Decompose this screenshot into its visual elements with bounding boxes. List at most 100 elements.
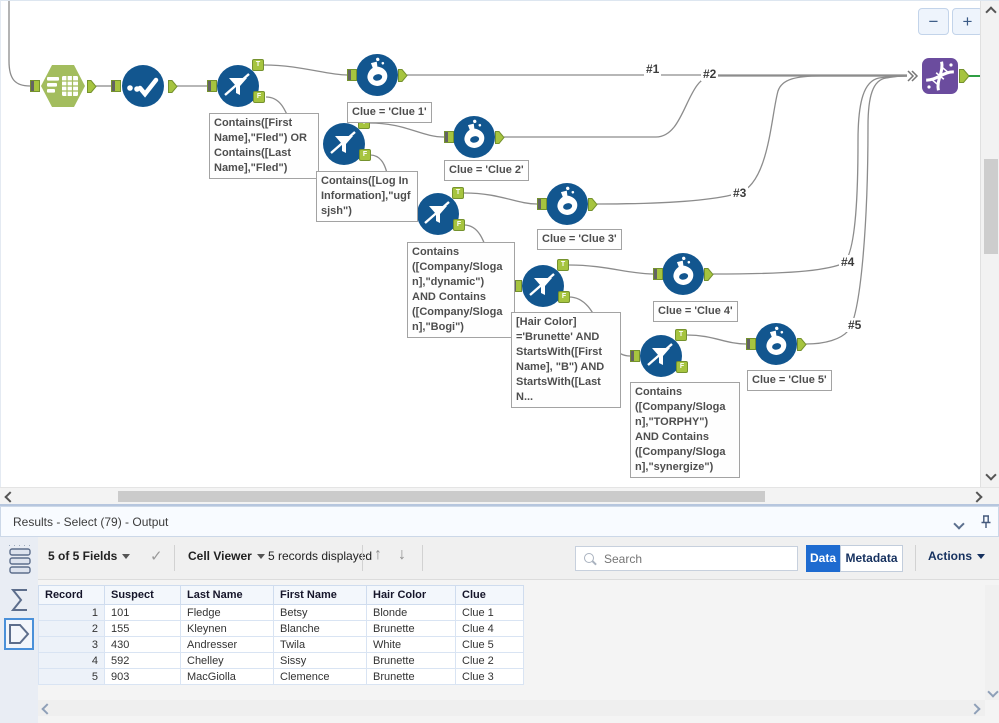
prev-record-button[interactable]: ↑	[374, 546, 382, 564]
column-header[interactable]: Suspect	[104, 585, 181, 605]
table-cell[interactable]: Clue 2	[455, 652, 524, 669]
column-header[interactable]: Hair Color	[366, 585, 456, 605]
formula-tool-3[interactable]	[546, 183, 588, 225]
false-anchor[interactable]: F	[453, 219, 465, 231]
search-input[interactable]	[602, 549, 796, 569]
input-anchor[interactable]	[630, 350, 640, 362]
column-header[interactable]: Record	[38, 585, 105, 605]
table-cell[interactable]: 903	[104, 668, 181, 685]
table-cell[interactable]: Clue 3	[455, 668, 524, 685]
table-cell[interactable]: Fledge	[180, 604, 274, 621]
messages-button[interactable]	[7, 547, 33, 575]
input-anchor[interactable]	[746, 338, 756, 350]
scroll-thumb[interactable]	[118, 491, 765, 502]
formula-tool-5[interactable]	[755, 323, 797, 365]
table-cell[interactable]: Blanche	[273, 620, 367, 637]
output-anchor[interactable]	[398, 69, 408, 82]
annotation-clue-1[interactable]: Clue = 'Clue 1'	[347, 102, 432, 123]
actions-dropdown[interactable]: Actions	[928, 549, 986, 563]
true-anchor[interactable]: T	[252, 59, 264, 71]
annotation-filter-5[interactable]: Contains ([Company/Sloga n],"TORPHY") AN…	[630, 382, 740, 478]
annotation-clue-2[interactable]: Clue = 'Clue 2'	[444, 160, 529, 181]
scroll-right-icon[interactable]	[971, 491, 983, 503]
cell-viewer-dropdown[interactable]: Cell Viewer	[188, 549, 265, 563]
scroll-left-icon[interactable]	[4, 491, 16, 503]
apply-check-icon[interactable]: ✓	[150, 547, 163, 565]
false-anchor[interactable]: F	[676, 361, 688, 373]
true-anchor[interactable]: T	[557, 259, 569, 271]
next-record-button[interactable]: ↓	[398, 546, 406, 564]
output-anchor[interactable]	[588, 198, 598, 211]
pin-icon[interactable]	[979, 515, 993, 530]
table-cell[interactable]: Clue 1	[455, 604, 524, 621]
table-cell[interactable]: Betsy	[273, 604, 367, 621]
table-cell[interactable]: 155	[104, 620, 181, 637]
input-anchor[interactable]	[30, 80, 40, 92]
table-cell[interactable]: 2	[38, 620, 105, 637]
output-anchor-button[interactable]	[4, 618, 34, 650]
table-vertical-scrollbar[interactable]	[985, 585, 999, 700]
annotation-filter-4[interactable]: [Hair Color] ='Brunette' AND StartsWith(…	[511, 312, 621, 408]
table-cell[interactable]: Kleynen	[180, 620, 274, 637]
dna-macro-tool[interactable]	[922, 58, 958, 94]
collapse-chevron-icon[interactable]	[953, 517, 965, 531]
false-anchor[interactable]: F	[359, 149, 371, 161]
output-anchor[interactable]	[797, 338, 807, 351]
table-cell[interactable]: Clue 5	[455, 636, 524, 653]
table-cell[interactable]: Brunette	[366, 620, 456, 637]
table-row[interactable]: 4 592 Chelley Sissy Brunette Clue 2	[38, 652, 524, 669]
input-data-tool[interactable]	[40, 65, 86, 107]
table-cell[interactable]: 1	[38, 604, 105, 621]
annotation-clue-5[interactable]: Clue = 'Clue 5'	[747, 370, 832, 391]
table-cell[interactable]: 4	[38, 652, 105, 669]
annotation-filter-1[interactable]: Contains([First Name],"Fled") OR Contain…	[209, 113, 319, 179]
table-cell[interactable]: Blonde	[366, 604, 456, 621]
annotation-filter-3[interactable]: Contains ([Company/Sloga n],"dynamic") A…	[407, 242, 515, 338]
output-anchor[interactable]	[704, 268, 714, 281]
scroll-down-icon[interactable]	[985, 469, 997, 481]
table-cell[interactable]: 5	[38, 668, 105, 685]
true-anchor[interactable]: T	[452, 187, 464, 199]
table-cell[interactable]: Sissy	[273, 652, 367, 669]
canvas-horizontal-scrollbar[interactable]	[0, 487, 999, 505]
formula-tool-4[interactable]	[662, 253, 704, 295]
input-anchor[interactable]	[207, 80, 217, 92]
annotation-clue-4[interactable]: Clue = 'Clue 4'	[653, 301, 738, 322]
table-cell[interactable]: 101	[104, 604, 181, 621]
zoom-in-button[interactable]: +	[952, 8, 983, 35]
scroll-up-icon[interactable]	[985, 6, 997, 18]
output-anchor[interactable]	[495, 131, 505, 144]
tab-metadata[interactable]: Metadata	[840, 545, 903, 572]
select-tool[interactable]	[122, 65, 164, 107]
output-anchor[interactable]	[87, 80, 97, 93]
tab-data[interactable]: Data	[806, 545, 840, 572]
zoom-out-button[interactable]: −	[918, 8, 949, 35]
table-cell[interactable]: White	[366, 636, 456, 653]
false-anchor[interactable]: F	[253, 91, 265, 103]
input-anchor[interactable]	[653, 268, 663, 280]
table-cell[interactable]: 430	[104, 636, 181, 653]
table-cell[interactable]: Andresser	[180, 636, 274, 653]
table-row[interactable]: 3 430 Andresser Twila White Clue 5	[38, 636, 524, 653]
formula-tool-2[interactable]	[453, 116, 495, 158]
table-cell[interactable]: Chelley	[180, 652, 274, 669]
results-table[interactable]: Record Suspect Last Name First Name Hair Col…	[38, 585, 524, 685]
table-cell[interactable]: Clemence	[273, 668, 367, 685]
table-cell[interactable]: Twila	[273, 636, 367, 653]
results-panel-header[interactable]: Results - Select (79) - Output	[0, 506, 999, 537]
input-anchor[interactable]	[444, 131, 454, 143]
table-cell[interactable]: Brunette	[366, 668, 456, 685]
fields-dropdown[interactable]: 5 of 5 Fields	[48, 549, 131, 563]
search-box[interactable]	[575, 546, 798, 571]
scroll-left-icon[interactable]	[41, 703, 53, 715]
table-horizontal-scrollbar[interactable]	[38, 700, 985, 716]
column-header[interactable]: First Name	[273, 585, 367, 605]
column-header[interactable]: Clue	[455, 585, 524, 605]
input-anchor[interactable]	[111, 80, 121, 92]
true-anchor[interactable]: T	[675, 329, 687, 341]
formula-tool-1[interactable]	[356, 54, 398, 96]
table-row[interactable]: 5 903 MacGiolla Clemence Brunette Clue 3	[38, 668, 524, 685]
table-cell[interactable]: Brunette	[366, 652, 456, 669]
table-cell[interactable]: MacGiolla	[180, 668, 274, 685]
input-anchor[interactable]	[537, 198, 547, 210]
